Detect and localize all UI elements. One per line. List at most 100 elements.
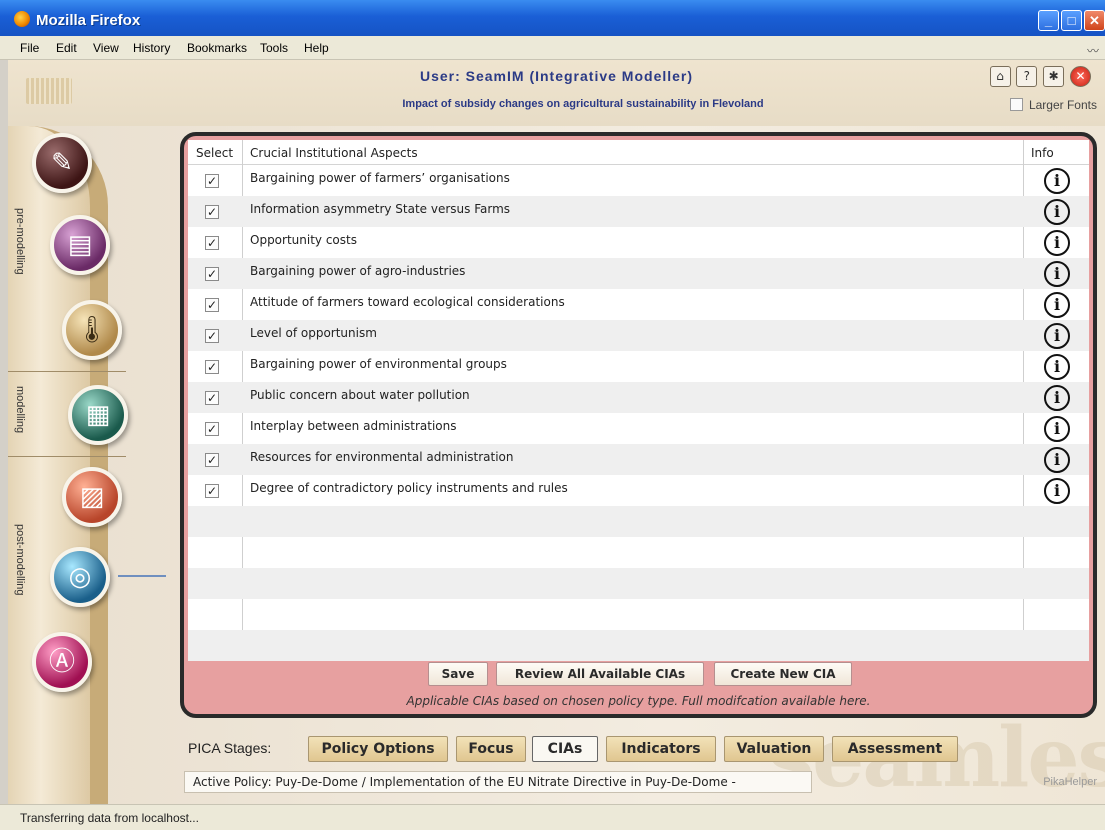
- table-row[interactable]: ✓ Bargaining power of farmers’ organisati…: [188, 165, 1089, 196]
- table-row: [188, 599, 1089, 630]
- stage-cias[interactable]: CIAs: [532, 736, 598, 762]
- window-close-button[interactable]: ✕: [1084, 10, 1105, 31]
- info-icon[interactable]: i: [1044, 416, 1070, 442]
- row-label: Bargaining power of agro-industries: [250, 264, 466, 278]
- table-row[interactable]: ✓ Level of opportunism i: [188, 320, 1089, 351]
- cia-table: Select Crucial Institutional Aspects Inf…: [188, 140, 1089, 661]
- table-row[interactable]: ✓ Opportunity costs i: [188, 227, 1089, 258]
- table-row[interactable]: ✓ Bargaining power of environmental group…: [188, 351, 1089, 382]
- thermometer-icon[interactable]: 🌡: [62, 300, 122, 360]
- menu-bookmarks[interactable]: Bookmarks: [187, 41, 247, 55]
- stage-valuation[interactable]: Valuation: [724, 736, 824, 762]
- cia-panel: Select Crucial Institutional Aspects Inf…: [180, 132, 1097, 718]
- row-select-checkbox[interactable]: ✓: [205, 298, 219, 312]
- info-icon[interactable]: i: [1044, 323, 1070, 349]
- section-label-pre-modelling: pre-modelling: [14, 208, 26, 275]
- menu-help[interactable]: Help: [304, 41, 329, 55]
- table-header: Select Crucial Institutional Aspects Inf…: [188, 140, 1089, 165]
- row-select-checkbox[interactable]: ✓: [205, 329, 219, 343]
- analysis-icon[interactable]: Ⓐ: [32, 632, 92, 692]
- table-row[interactable]: ✓ Information asymmetry State versus Farm…: [188, 196, 1089, 227]
- minimize-button[interactable]: _: [1038, 10, 1059, 31]
- window-title: Mozilla Firefox: [36, 12, 141, 29]
- project-subtitle: Impact of subsidy changes on agricultura…: [402, 98, 764, 110]
- info-icon[interactable]: i: [1044, 447, 1070, 473]
- menu-edit[interactable]: Edit: [56, 41, 77, 55]
- row-select-checkbox[interactable]: ✓: [205, 422, 219, 436]
- row-select-checkbox[interactable]: ✓: [205, 391, 219, 405]
- section-label-modelling: modelling: [14, 386, 26, 434]
- table-row[interactable]: ✓ Attitude of farmers toward ecological c…: [188, 289, 1089, 320]
- info-icon[interactable]: i: [1044, 261, 1070, 287]
- table-row[interactable]: ✓ Public concern about water pollution i: [188, 382, 1089, 413]
- row-label: Opportunity costs: [250, 233, 357, 247]
- section-label-post-modelling: post-modelling: [14, 524, 26, 596]
- header-select: Select: [196, 146, 234, 160]
- row-select-checkbox[interactable]: ✓: [205, 453, 219, 467]
- row-label: Information asymmetry State versus Farms: [250, 202, 511, 216]
- header-info: Info: [1031, 146, 1054, 160]
- row-label: Bargaining power of environmental groups: [250, 357, 507, 371]
- review-cias-button[interactable]: Review All Available CIAs: [496, 662, 704, 686]
- stage-policy-options[interactable]: Policy Options: [308, 736, 448, 762]
- stage-indicators[interactable]: Indicators: [606, 736, 716, 762]
- table-row: [188, 537, 1089, 568]
- document-icon[interactable]: ▤: [50, 215, 110, 275]
- panel-note: Applicable CIAs based on chosen policy t…: [406, 694, 871, 708]
- header-aspect: Crucial Institutional Aspects: [250, 146, 418, 160]
- table-row[interactable]: ✓ Resources for environmental administrat…: [188, 444, 1089, 475]
- info-icon[interactable]: i: [1044, 478, 1070, 504]
- info-icon[interactable]: i: [1044, 199, 1070, 225]
- maximize-button[interactable]: □: [1061, 10, 1082, 31]
- bug-icon[interactable]: ✱: [1043, 66, 1065, 87]
- calculator-icon[interactable]: ▦: [68, 385, 128, 445]
- chart-icon[interactable]: ▨: [62, 467, 122, 527]
- status-text: Transferring data from localhost...: [20, 811, 199, 825]
- section-divider: [8, 456, 126, 457]
- row-select-checkbox[interactable]: ✓: [205, 236, 219, 250]
- save-button[interactable]: Save: [428, 662, 488, 686]
- magnifier-icon[interactable]: ◎: [50, 547, 110, 607]
- active-stage-indicator: [118, 575, 166, 577]
- menu-file[interactable]: File: [20, 41, 39, 55]
- table-row[interactable]: ✓ Bargaining power of agro-industries i: [188, 258, 1089, 289]
- info-icon[interactable]: i: [1044, 354, 1070, 380]
- status-bar: Transferring data from localhost...: [0, 804, 1105, 830]
- menu-tools[interactable]: Tools: [260, 41, 288, 55]
- row-select-checkbox[interactable]: ✓: [205, 267, 219, 281]
- help-icon[interactable]: ?: [1016, 66, 1038, 87]
- stage-focus[interactable]: Focus: [456, 736, 526, 762]
- row-select-checkbox[interactable]: ✓: [205, 360, 219, 374]
- info-icon[interactable]: i: [1044, 385, 1070, 411]
- row-label: Resources for environmental administrati…: [250, 450, 514, 464]
- row-label: Bargaining power of farmers’ organisatio…: [250, 171, 510, 185]
- larger-fonts-label: Larger Fonts: [1028, 98, 1097, 112]
- home-icon[interactable]: ⌂: [989, 66, 1011, 87]
- table-row[interactable]: ✓ Degree of contradictory policy instrume…: [188, 475, 1089, 506]
- stage-assessment[interactable]: Assessment: [832, 736, 958, 762]
- row-select-checkbox[interactable]: ✓: [205, 174, 219, 188]
- row-label: Degree of contradictory policy instrumen…: [250, 481, 568, 495]
- info-icon[interactable]: i: [1044, 230, 1070, 256]
- row-select-checkbox[interactable]: ✓: [205, 484, 219, 498]
- menu-view[interactable]: View: [93, 41, 119, 55]
- create-cia-button[interactable]: Create New CIA: [714, 662, 852, 686]
- row-select-checkbox[interactable]: ✓: [205, 205, 219, 219]
- larger-fonts-toggle[interactable]: Larger Fonts: [1009, 98, 1097, 112]
- row-label: Public concern about water pollution: [250, 388, 470, 402]
- menu-bar: File Edit View History Bookmarks Tools H…: [0, 36, 1105, 60]
- info-icon[interactable]: i: [1044, 168, 1070, 194]
- clipboard-icon[interactable]: ✎: [32, 133, 92, 193]
- app-area: User: SeamIM (Integrative Modeller) Impa…: [8, 60, 1105, 804]
- table-row[interactable]: ✓ Interplay between administrations i: [188, 413, 1089, 444]
- pika-helper[interactable]: PikaHelper: [1043, 776, 1097, 788]
- row-label: Level of opportunism: [250, 326, 377, 340]
- info-icon[interactable]: i: [1044, 292, 1070, 318]
- menu-history[interactable]: History: [133, 41, 170, 55]
- window-titlebar: Mozilla Firefox _ □ ✕: [0, 0, 1105, 36]
- app-header: User: SeamIM (Integrative Modeller) Impa…: [8, 60, 1105, 126]
- table-row: [188, 568, 1089, 599]
- larger-fonts-checkbox[interactable]: [1009, 98, 1023, 111]
- close-icon[interactable]: ✕: [1070, 66, 1091, 87]
- active-policy-field: Active Policy: Puy-De-Dome / Implementat…: [184, 771, 812, 793]
